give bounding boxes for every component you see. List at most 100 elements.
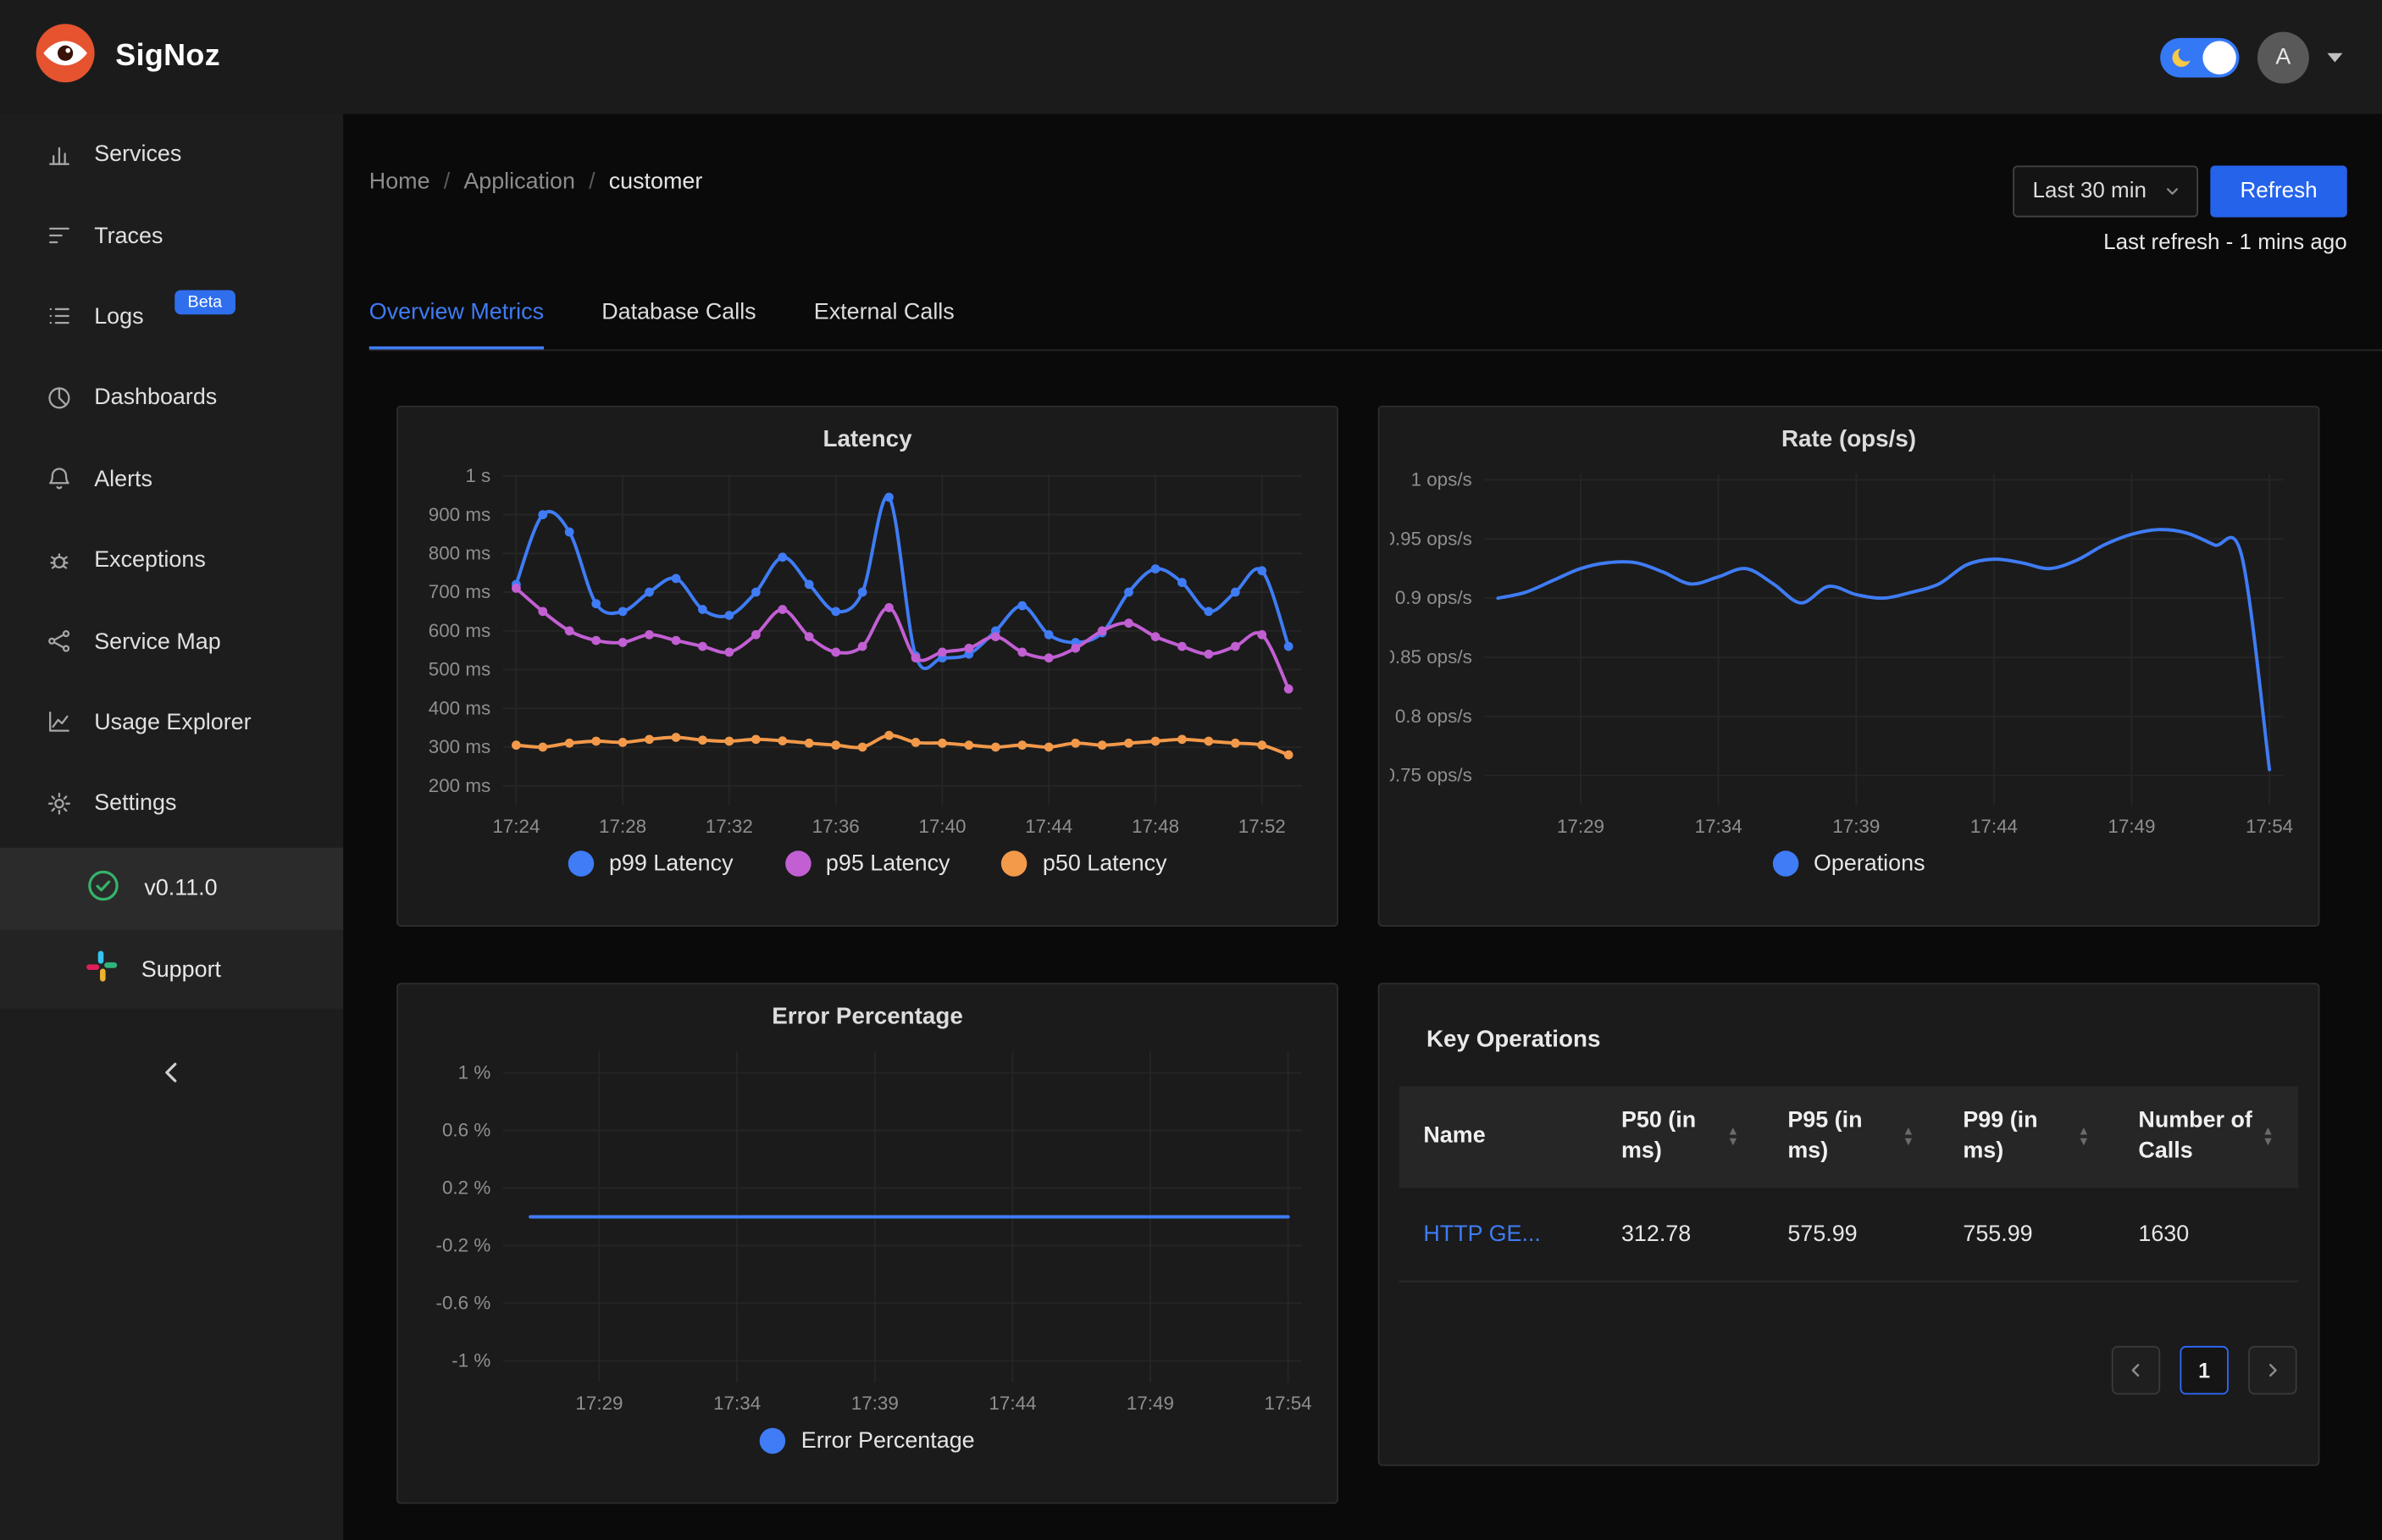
tab-external-calls[interactable]: External Calls [814,278,955,349]
breadcrumb-home[interactable]: Home [369,169,430,194]
sidebar-item-alerts[interactable]: Alerts [0,438,343,519]
align-left-icon [46,222,73,249]
svg-text:17:54: 17:54 [2246,816,2293,837]
pagination-next-button[interactable] [2248,1345,2297,1395]
sort-arrows-icon[interactable]: ▲ ▼ [1903,1125,1914,1148]
svg-text:17:54: 17:54 [1265,1393,1312,1414]
svg-text:17:44: 17:44 [1025,816,1072,837]
sort-arrows-icon[interactable]: ▲ ▼ [2262,1125,2274,1148]
table-cell: 755.99 [1963,1220,2033,1247]
panels-grid: Latency 1 s 900 ms 800 ms 700 ms 600 ms 500 m… [396,405,2320,1504]
operation-link[interactable]: HTTP GE... [1399,1188,1598,1280]
svg-text:17:48: 17:48 [1132,816,1179,837]
chevron-down-icon[interactable] [2327,52,2343,62]
table-cell: 575.99 [1787,1220,1858,1247]
theme-toggle[interactable] [2160,36,2240,77]
svg-text:17:24: 17:24 [492,816,540,837]
svg-text:17:28: 17:28 [599,816,646,837]
sidebar-item-services[interactable]: Services [0,114,343,196]
svg-text:700 ms: 700 ms [429,581,490,602]
svg-text:0.85 ops/s: 0.85 ops/s [1390,646,1472,668]
gear-icon [46,789,73,817]
breadcrumb-separator: / [443,169,451,195]
chart-title-rate: Rate (ops/s) [1781,426,1917,453]
tab-database-calls[interactable]: Database Calls [601,278,756,349]
legend-dot-icon [784,850,811,877]
avatar[interactable]: A [2257,30,2309,83]
svg-text:0.6 %: 0.6 % [442,1120,490,1141]
breadcrumb-application[interactable]: Application [463,169,575,194]
sort-arrows-icon[interactable]: ▲ ▼ [1727,1125,1739,1148]
sidebar-version[interactable]: v0.11.0 [0,847,344,928]
svg-text:-1 %: -1 % [451,1350,490,1371]
panel-latency: Latency 1 s 900 ms 800 ms 700 ms 600 ms 500 m… [396,405,1338,927]
legend-label: p95 Latency [825,850,950,877]
support-label: Support [141,956,222,983]
version-label: v0.11.0 [144,874,218,901]
signoz-eye-logo-icon [33,21,97,92]
moon-icon [2169,45,2194,77]
legend-item-p95-latency[interactable]: p95 Latency [784,850,950,877]
legend-item-p99-latency[interactable]: p99 Latency [568,850,734,877]
sidebar-item-label: Service Map [94,628,221,655]
svg-text:0.9 ops/s: 0.9 ops/s [1395,587,1472,608]
refresh-button[interactable]: Refresh [2210,165,2347,218]
legend-dot-icon [760,1427,786,1454]
sidebar-item-exceptions[interactable]: Exceptions [0,519,343,601]
main-content: Home / Application / customer Last 30 min Re… [343,114,2382,1540]
column-header-number-of-calls[interactable]: Number of Calls ▲ ▼ [2114,1086,2299,1187]
legend-label: p99 Latency [608,850,734,877]
sidebar-item-service-map[interactable]: Service Map [0,601,343,682]
svg-text:600 ms: 600 ms [429,620,490,641]
svg-text:300 ms: 300 ms [429,736,490,757]
latency-chart: 1 s 900 ms 800 ms 700 ms 600 ms 500 ms 400 ms 3… [429,465,1302,837]
svg-text:17:40: 17:40 [918,816,966,837]
sidebar-item-dashboards[interactable]: Dashboards [0,357,343,439]
sidebar-item-label: Alerts [94,466,152,492]
legend-item-error-percentage[interactable]: Error Percentage [760,1427,975,1454]
column-header-p50-in-ms[interactable]: P50 (in ms) ▲ ▼ [1597,1086,1763,1187]
key-operations-table: Name P50 (in ms) ▲ ▼ P95 (in ms) ▲ ▼ P99 (in ms… [1399,1086,2299,1282]
svg-text:0.75 ops/s: 0.75 ops/s [1390,765,1472,786]
panel-key-operations: Key Operations Name P50 (in ms) ▲ ▼ P95 (in … [1377,983,2320,1466]
sidebar-item-usage-explorer[interactable]: Usage Explorer [0,682,343,763]
column-header-p99-in-ms[interactable]: P99 (in ms) ▲ ▼ [1939,1086,2114,1187]
sidebar-item-label: Logs [94,303,144,330]
sort-arrows-icon[interactable]: ▲ ▼ [2078,1125,2090,1148]
svg-text:400 ms: 400 ms [429,697,490,718]
column-label: P99 (in ms) [1963,1107,2038,1165]
list-icon [46,303,73,330]
svg-text:17:39: 17:39 [851,1393,899,1414]
column-label: Name [1423,1122,1486,1149]
sidebar-item-label: Settings [94,790,177,817]
pagination-prev-button[interactable] [2111,1345,2161,1395]
sidebar-item-label: Usage Explorer [94,709,252,735]
app-logo[interactable]: SigNoz [33,21,220,92]
time-range-select[interactable]: Last 30 min [2013,165,2199,218]
column-header-p95-in-ms[interactable]: P95 (in ms) ▲ ▼ [1764,1086,1939,1187]
panel-error-percentage: Error Percentage 1 % 0.6 % 0.2 % -0.2 % -0.6… [396,983,1338,1504]
svg-text:0.2 %: 0.2 % [442,1177,490,1199]
table-cell: 1630 [2138,1220,2190,1247]
svg-text:17:52: 17:52 [1238,816,1286,837]
sidebar-item-label: Dashboards [94,385,218,411]
legend-item-p50-latency[interactable]: p50 Latency [1001,850,1166,877]
sidebar-item-settings[interactable]: Settings [0,762,343,844]
svg-text:17:49: 17:49 [1127,1393,1174,1414]
sidebar-item-logs[interactable]: Logs Beta [0,276,343,357]
sidebar-item-support[interactable]: Support [0,928,344,1009]
legend-label: Error Percentage [800,1427,975,1454]
tab-overview-metrics[interactable]: Overview Metrics [368,278,545,350]
key-operations-title: Key Operations [1426,1027,1601,1053]
top-header: SigNoz A [0,0,2382,114]
svg-text:17:44: 17:44 [989,1393,1036,1414]
svg-text:1 s: 1 s [465,465,490,486]
sidebar-collapse-button[interactable] [0,1055,343,1089]
sidebar-item-traces[interactable]: Traces [0,195,343,276]
bell-icon [46,465,73,492]
svg-text:17:44: 17:44 [1970,816,2018,837]
svg-text:-0.2 %: -0.2 % [435,1235,490,1256]
pagination-page-1[interactable]: 1 [2180,1345,2229,1395]
svg-text:17:49: 17:49 [2108,816,2155,837]
legend-item-operations[interactable]: Operations [1772,850,1925,877]
